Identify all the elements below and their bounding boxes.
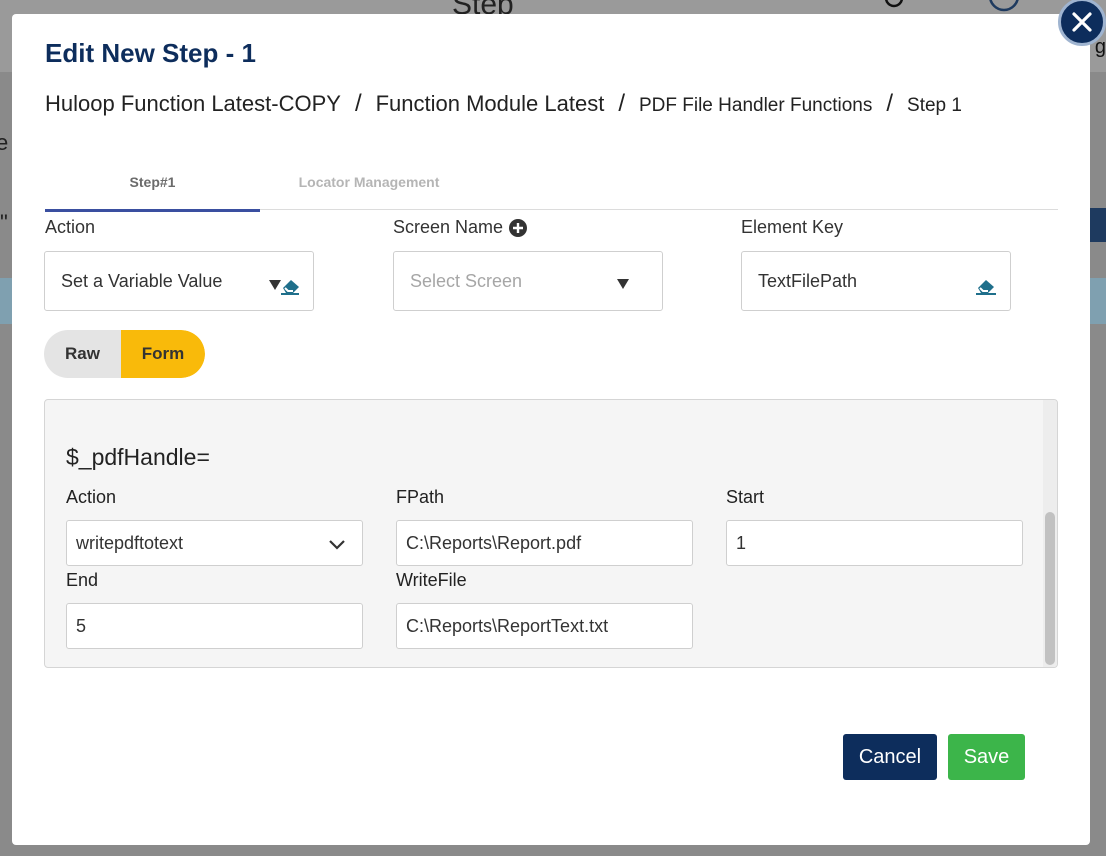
- fpath-value: C:\Reports\Report.pdf: [406, 532, 582, 553]
- writefile-value: C:\Reports\ReportText.txt: [406, 615, 609, 636]
- tab-bar: Step#1 Locator Management: [45, 154, 1058, 212]
- action-select[interactable]: Set a Variable Value: [44, 251, 314, 311]
- edit-step-modal: Edit New Step - 1 Huloop Function Latest…: [12, 14, 1090, 845]
- screen-name-select[interactable]: Select Screen: [393, 251, 663, 311]
- function-form-panel: $_pdfHandle= Action writepdftotext FPath…: [44, 399, 1058, 668]
- save-button[interactable]: Save: [948, 734, 1025, 780]
- background-row-highlight: [0, 278, 12, 324]
- element-key-input[interactable]: TextFilePath: [741, 251, 1011, 311]
- start-value: 1: [736, 532, 747, 553]
- background-row-highlight-right: [1090, 278, 1106, 324]
- form-action-select[interactable]: writepdftotext: [66, 520, 363, 566]
- breadcrumb-separator: /: [618, 90, 625, 117]
- dropdown-eraser-icon[interactable]: [267, 276, 301, 296]
- element-key-value: TextFilePath: [758, 270, 858, 291]
- fpath-input[interactable]: C:\Reports\Report.pdf: [396, 520, 693, 566]
- action-select-value: Set a Variable Value: [61, 270, 223, 291]
- screen-name-label-group: Screen Name: [393, 217, 528, 238]
- end-label: End: [66, 570, 99, 590]
- tab-step[interactable]: Step#1: [45, 154, 260, 212]
- writefile-label: WriteFile: [396, 570, 467, 590]
- breadcrumb-item-project[interactable]: Huloop Function Latest-COPY: [45, 91, 341, 117]
- eraser-icon[interactable]: [974, 276, 998, 296]
- chevron-down-icon: [617, 279, 629, 289]
- form-action-value: writepdftotext: [76, 532, 184, 553]
- background-side-icon: [1088, 208, 1106, 242]
- element-key-label: Element Key: [741, 217, 844, 237]
- breadcrumb-separator: /: [886, 90, 894, 117]
- panel-scrollbar-thumb[interactable]: [1045, 512, 1055, 665]
- background-side-quote: ": [0, 210, 8, 235]
- start-label: Start: [726, 487, 765, 507]
- screen-name-label: Screen Name: [393, 217, 504, 237]
- breadcrumb-item-functions[interactable]: PDF File Handler Functions: [639, 95, 872, 117]
- close-icon: [1072, 12, 1092, 32]
- panel-scrollbar[interactable]: [1043, 400, 1057, 667]
- tab-locator-management[interactable]: Locator Management: [260, 154, 478, 210]
- variable-heading: $_pdfHandle=: [66, 444, 210, 470]
- start-input[interactable]: 1: [726, 520, 1023, 566]
- fpath-label: FPath: [396, 487, 445, 507]
- form-action-label: Action: [66, 487, 117, 507]
- action-label: Action: [45, 217, 96, 237]
- breadcrumb: Huloop Function Latest-COPY / Function M…: [45, 90, 962, 118]
- raw-toggle-option[interactable]: Raw: [44, 330, 121, 378]
- breadcrumb-item-module[interactable]: Function Module Latest: [376, 91, 605, 117]
- breadcrumb-item-step: Step 1: [907, 95, 962, 116]
- chevron-down-icon: [329, 540, 345, 550]
- writefile-input[interactable]: C:\Reports\ReportText.txt: [396, 603, 693, 649]
- modal-title: Edit New Step - 1: [45, 38, 256, 68]
- raw-form-toggle: Raw Form: [44, 330, 205, 378]
- end-value: 5: [76, 615, 87, 636]
- breadcrumb-separator: /: [354, 90, 362, 117]
- screen-name-placeholder: Select Screen: [410, 270, 523, 291]
- close-modal-button[interactable]: [1058, 0, 1106, 46]
- end-input[interactable]: 5: [66, 603, 363, 649]
- cancel-button[interactable]: Cancel: [843, 734, 937, 780]
- add-screen-icon[interactable]: [509, 218, 528, 237]
- form-toggle-option[interactable]: Form: [121, 330, 205, 378]
